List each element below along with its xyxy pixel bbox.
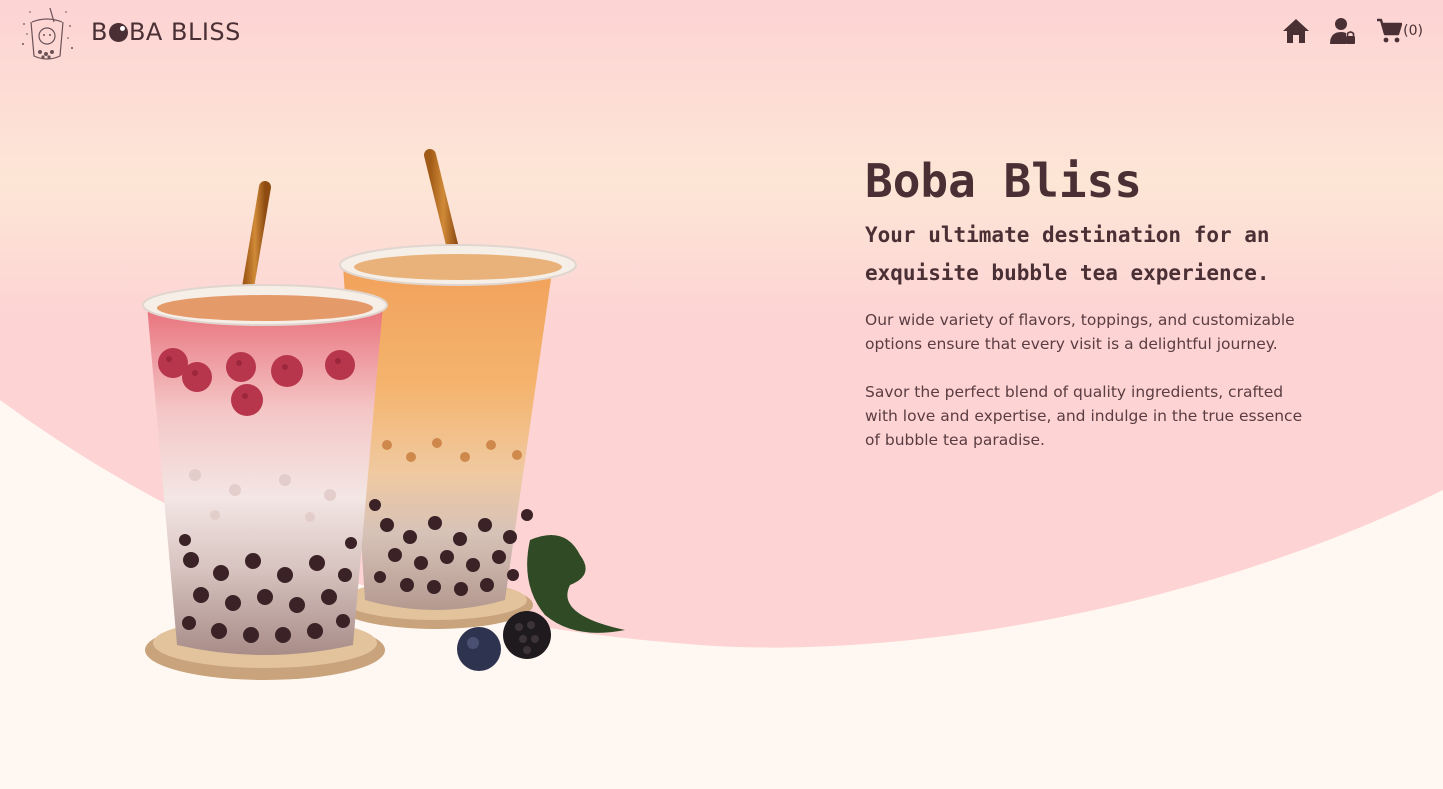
page: B BA BLISS (0) Boba Bliss Your ultimate … [0,0,1443,789]
home-icon [1283,19,1310,43]
hero-subtitle: Your ultimate destination for an exquisi… [865,223,1270,285]
boba-drinks-image [142,149,625,680]
account-button[interactable] [1330,17,1356,45]
home-button[interactable] [1282,18,1310,44]
hero-paragraph-1: Our wide variety of flavors, toppings, a… [865,311,1295,353]
cart-count: (0) [1403,23,1423,39]
brand-prefix: B [91,18,108,46]
logo[interactable] [18,2,76,64]
site-header: B BA BLISS (0) [0,0,1443,66]
brand-name[interactable]: B BA BLISS [91,18,241,46]
brand-boba-dot [108,22,128,42]
brand-suffix: BA BLISS [128,18,241,46]
hero-title: Boba Bliss [865,154,1142,208]
shopping-cart-icon [1377,18,1403,43]
hero-paragraph-2: Savor the perfect blend of quality ingre… [865,383,1303,449]
user-lock-icon [1330,18,1356,44]
boba-cup-logo-icon [22,7,73,60]
cart-button[interactable]: (0) [1376,18,1423,44]
hero-text-block: Boba Bliss Your ultimate destination for… [865,150,1305,452]
header-nav: (0) [1282,17,1423,45]
